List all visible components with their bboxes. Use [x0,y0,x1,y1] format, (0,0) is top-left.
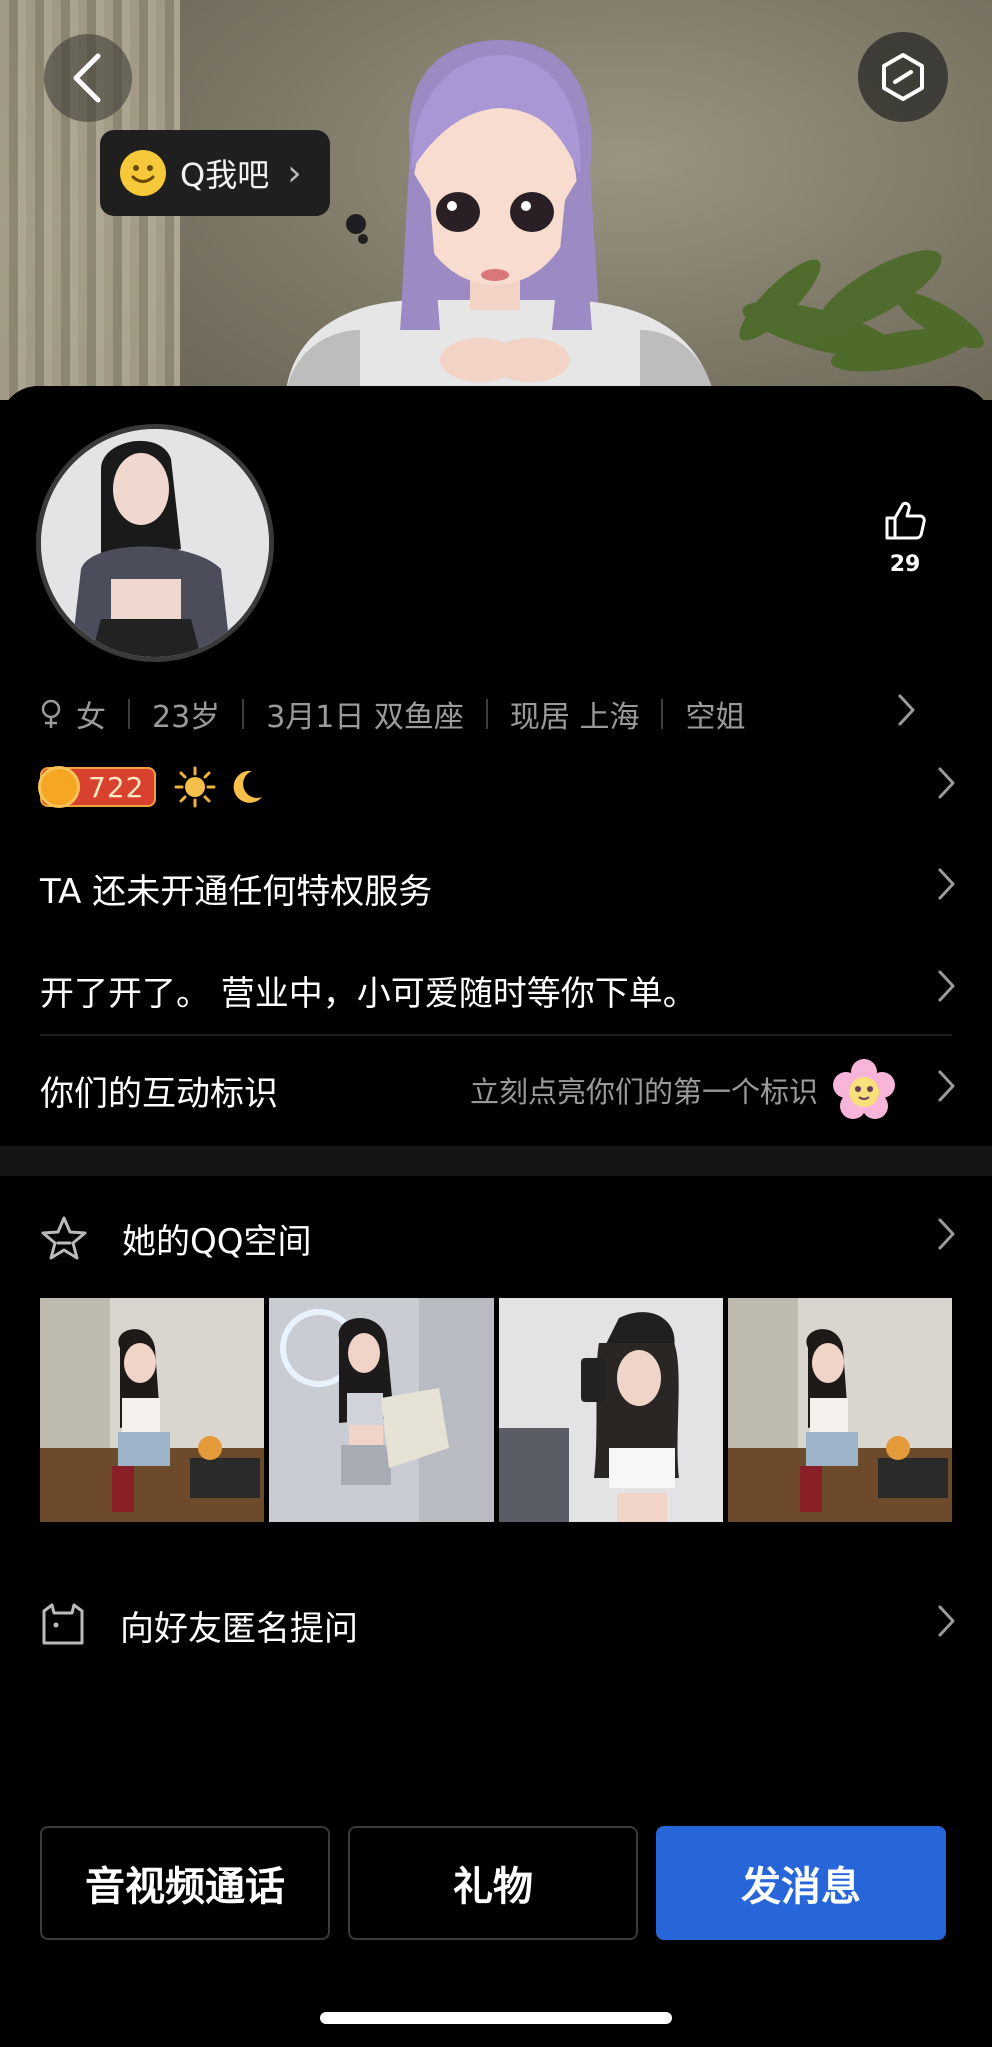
crown-coin-icon [38,766,80,808]
thumbs-up-icon [885,501,926,540]
home-indicator[interactable] [320,2012,672,2024]
qzone-title: 她的QQ空间 [122,1221,312,1262]
hexagon-icon [882,53,924,101]
anonymous-question-row[interactable]: 向好友匿名提问 [40,1595,955,1655]
residence-label: 现居 上海 [509,700,640,735]
avatar-scene[interactable]: Q我吧 › [0,0,992,400]
settings-button[interactable] [858,32,948,122]
qzone-photo[interactable] [40,1298,265,1522]
chevron-right-icon [936,1215,956,1261]
interaction-mark-row[interactable]: 你们的互动标识 立刻点亮你们的第一个标识 [40,1058,955,1122]
qzone-header-row[interactable]: 她的QQ空间 [40,1208,955,1268]
send-message-button[interactable]: 发消息 [656,1826,946,1940]
av-call-button[interactable]: 音视频通话 [40,1826,330,1940]
chevron-right-icon [896,691,916,737]
badges-row[interactable]: 722 [38,762,955,812]
job-label: 空姐 [685,700,746,735]
interaction-label: 你们的互动标识 [40,1073,278,1114]
chevron-right-icon [936,865,956,911]
chevron-left-icon [73,53,101,103]
smiley-icon [120,150,166,196]
qzone-photo[interactable] [498,1298,723,1522]
cat-box-icon [42,1603,84,1645]
divider [40,1034,952,1036]
like-count: 29 [889,552,921,577]
divider [485,699,488,729]
q-me-bubble[interactable]: Q我吧 › [100,130,330,216]
birthday-label: 3月1日 双鱼座 [266,700,464,735]
section-gap [0,1146,992,1176]
chevron-right-icon: › [287,152,302,194]
signature-row[interactable]: 开了开了。 营业中，小可爱随时等你下单。 [40,960,955,1020]
divider [128,699,130,729]
profile-avatar[interactable] [36,424,274,662]
like-button[interactable]: 29 [870,500,940,577]
divider [661,699,664,729]
bubble-tail [346,214,366,234]
level-number: 722 [88,770,145,804]
qzone-photo[interactable] [727,1298,952,1522]
bottom-action-bar: 音视频通话 礼物 发消息 [40,1826,946,1940]
chevron-right-icon [936,967,956,1013]
privilege-text: TA 还未开通任何特权服务 [40,871,433,912]
profile-info-row[interactable]: 女 23岁 3月1日 双鱼座 现居 上海 空姐 [40,690,952,738]
female-icon [41,699,61,728]
moon-icon [234,770,263,803]
age-label: 23岁 [152,700,221,735]
avatar-photo [41,429,269,657]
chevron-right-icon [936,764,956,810]
signature-text: 开了开了。 营业中，小可爱随时等你下单。 [40,973,697,1014]
chevron-right-icon [936,1067,956,1113]
bubble-label: Q我吧 [180,156,270,194]
bubble-tail-small [358,234,368,244]
interaction-hint: 立刻点亮你们的第一个标识 [469,1075,818,1109]
gender-label: 女 [76,700,106,735]
privilege-row[interactable]: TA 还未开通任何特权服务 [40,858,955,918]
interaction-hint-group: 立刻点亮你们的第一个标识 [470,1058,896,1122]
star-icon [41,1216,87,1260]
divider [242,699,245,729]
level-badge: 722 [38,766,157,808]
gift-button[interactable]: 礼物 [348,1826,638,1940]
flower-mascot-icon [833,1059,895,1119]
back-button[interactable] [44,34,132,122]
gender-item: 女 [40,692,106,736]
sun-icon [174,766,216,808]
anonymous-question-label: 向好友匿名提问 [120,1608,358,1649]
qzone-photo[interactable] [269,1298,494,1522]
chevron-right-icon [936,1602,956,1648]
qzone-photo-strip [40,1298,952,1522]
